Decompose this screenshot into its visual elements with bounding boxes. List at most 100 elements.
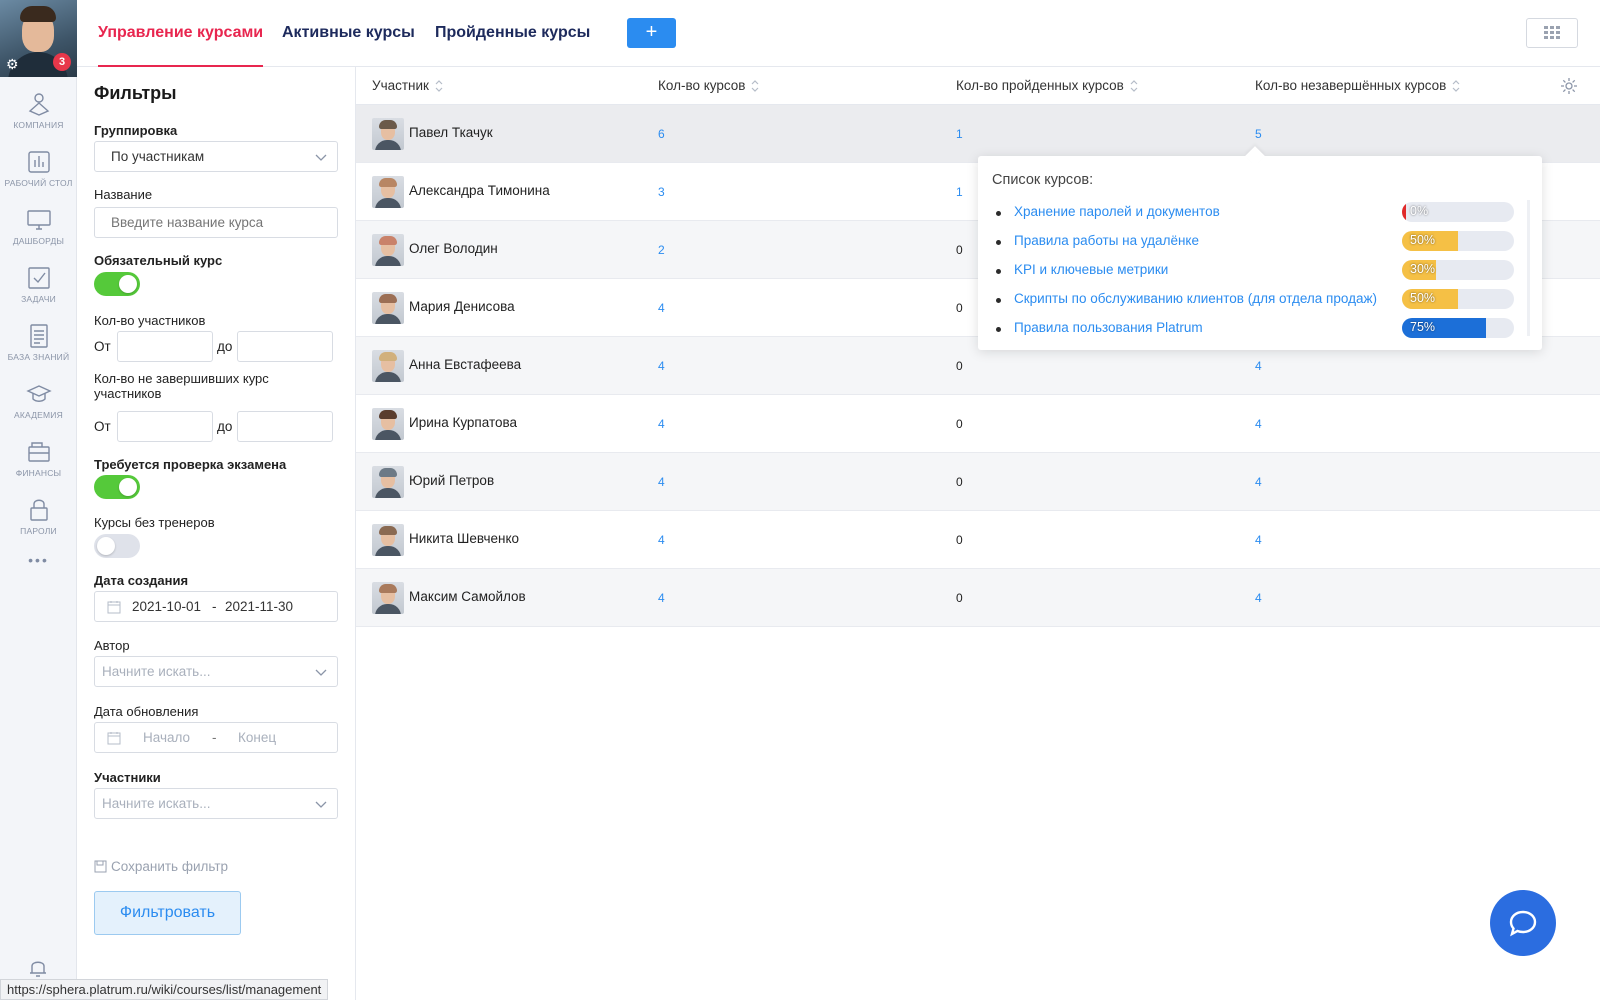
date-separator: - — [212, 599, 217, 614]
course-link[interactable]: Хранение паролей и документов — [1014, 204, 1220, 219]
participants-to-input[interactable] — [237, 331, 333, 362]
filter-button[interactable]: Фильтровать — [94, 891, 241, 935]
courses-count[interactable]: 4 — [658, 475, 665, 489]
column-header-passed[interactable]: Кол-во пройденных курсов — [956, 78, 1138, 93]
participant-name[interactable]: Олег Володин — [409, 241, 498, 256]
participant-name[interactable]: Александра Тимонина — [409, 183, 550, 198]
courses-count[interactable]: 4 — [658, 417, 665, 431]
nav-more-icon[interactable]: ••• — [0, 545, 77, 575]
unfinished-count[interactable]: 4 — [1255, 475, 1262, 489]
courses-count[interactable]: 4 — [658, 591, 665, 605]
bullet-dot — [996, 240, 1001, 245]
courses-count[interactable]: 4 — [658, 301, 665, 315]
course-link[interactable]: Скрипты по обслуживанию клиентов (для от… — [1014, 291, 1377, 306]
courses-count[interactable]: 4 — [658, 359, 665, 373]
unfinished-count[interactable]: 4 — [1255, 533, 1262, 547]
mandatory-toggle[interactable] — [94, 272, 140, 296]
updated-date-range[interactable]: Начало - Конец — [94, 722, 338, 753]
no-trainers-toggle[interactable] — [94, 534, 140, 558]
filters-panel: Фильтры Группировка По участникам Назван… — [77, 67, 356, 1000]
participant-name[interactable]: Ирина Курпатова — [409, 415, 517, 430]
sort-icon — [752, 80, 759, 93]
popover-scrollbar[interactable] — [1527, 200, 1530, 336]
participants-select[interactable]: Начните искать... — [94, 788, 338, 819]
progress-label: 75% — [1410, 320, 1436, 334]
passed-count: 0 — [956, 533, 963, 547]
course-link[interactable]: Правила работы на удалёнке — [1014, 233, 1199, 248]
courses-count[interactable]: 2 — [658, 243, 665, 257]
course-link[interactable]: Правила пользования Platrum — [1014, 320, 1203, 335]
unfinished-count[interactable]: 4 — [1255, 359, 1262, 373]
courses-count[interactable]: 6 — [658, 127, 665, 141]
author-label: Автор — [94, 638, 130, 653]
unfinished-from-input[interactable] — [117, 411, 213, 442]
table-row[interactable]: Павел Ткачук 6 1 5 — [356, 105, 1600, 163]
photo-hair-shape — [379, 526, 397, 535]
add-course-button[interactable]: + — [627, 18, 676, 48]
table-row[interactable]: Ирина Курпатова 4 0 4 — [356, 395, 1600, 453]
unfinished-to-input[interactable] — [237, 411, 333, 442]
chevron-down-icon — [315, 801, 327, 808]
table-row[interactable]: Никита Шевченко 4 0 4 — [356, 511, 1600, 569]
notification-badge[interactable]: 3 — [53, 53, 71, 71]
nav-item-desktop[interactable]: РАБОЧИЙ СТОЛ — [0, 139, 77, 197]
grouping-select[interactable]: По участникам — [94, 141, 338, 172]
nav-item-finance[interactable]: ФИНАНСЫ — [0, 429, 77, 487]
passed-count[interactable]: 1 — [956, 127, 963, 141]
photo-hair-shape — [379, 120, 397, 129]
participant-name[interactable]: Юрий Петров — [409, 473, 494, 488]
name-label: Название — [94, 187, 153, 202]
bullet-dot — [996, 269, 1001, 274]
unfinished-count[interactable]: 4 — [1255, 591, 1262, 605]
column-settings-gear-icon[interactable] — [1560, 77, 1578, 95]
user-avatar[interactable]: ⚙ 3 — [0, 0, 77, 77]
photo-hair-shape — [379, 584, 397, 593]
course-progress-bar: 75% — [1402, 318, 1514, 338]
table-row[interactable]: Юрий Петров 4 0 4 — [356, 453, 1600, 511]
nav-item-company[interactable]: КОМПАНИЯ — [0, 81, 77, 139]
column-header-courses[interactable]: Кол-во курсов — [658, 78, 759, 93]
save-filter-link[interactable]: Сохранить фильтр — [94, 859, 228, 874]
participant-name[interactable]: Максим Самойлов — [409, 589, 526, 604]
course-link[interactable]: KPI и ключевые метрики — [1014, 262, 1168, 277]
participant-name[interactable]: Павел Ткачук — [409, 125, 493, 140]
participant-name[interactable]: Анна Евстафеева — [409, 357, 521, 372]
nav-item-tasks[interactable]: ЗАДАЧИ — [0, 255, 77, 313]
nav-item-knowledge-base[interactable]: БАЗА ЗНАНИЙ — [0, 313, 77, 371]
courses-count[interactable]: 4 — [658, 533, 665, 547]
nav-item-academy[interactable]: АКАДЕМИЯ — [0, 371, 77, 429]
exam-toggle[interactable] — [94, 475, 140, 499]
nav-item-passwords[interactable]: ПАРОЛИ — [0, 487, 77, 545]
chevron-down-icon — [315, 154, 327, 161]
column-title: Кол-во пройденных курсов — [956, 78, 1124, 93]
author-select[interactable]: Начните искать... — [94, 656, 338, 687]
participant-name[interactable]: Мария Денисова — [409, 299, 515, 314]
course-name-input[interactable] — [94, 207, 338, 238]
tab-course-management[interactable]: Управление курсами — [98, 0, 264, 67]
column-header-unfinished[interactable]: Кол-во незавершённых курсов — [1255, 78, 1460, 93]
courses-count[interactable]: 3 — [658, 185, 665, 199]
passed-count: 0 — [956, 475, 963, 489]
settings-gear-icon[interactable]: ⚙ — [6, 57, 19, 71]
created-date-range[interactable]: 2021-10-01 - 2021-11-30 — [94, 591, 338, 622]
unfinished-count[interactable]: 5 — [1255, 127, 1262, 141]
course-list-popover: Список курсов: Хранение паролей и докуме… — [978, 156, 1542, 350]
participant-name[interactable]: Никита Шевченко — [409, 531, 519, 546]
column-header-participant[interactable]: Участник — [372, 78, 443, 93]
tab-completed-courses[interactable]: Пройденные курсы — [435, 0, 590, 67]
tab-active-courses[interactable]: Активные курсы — [282, 0, 415, 67]
left-nav-rail: ⚙ 3 КОМПАНИЯ РАБОЧИЙ СТОЛ ДАШБОРДЫ ЗАДАЧ… — [0, 0, 77, 1000]
passed-count[interactable]: 1 — [956, 185, 963, 199]
wallet-icon — [27, 441, 50, 462]
apps-grid-button[interactable] — [1526, 18, 1578, 48]
photo-body-shape — [375, 198, 401, 208]
bell-icon[interactable] — [26, 956, 50, 980]
nav-item-dashboards[interactable]: ДАШБОРДЫ — [0, 197, 77, 255]
support-chat-button[interactable] — [1490, 890, 1556, 956]
participant-photo — [372, 466, 404, 498]
table-row[interactable]: Максим Самойлов 4 0 4 — [356, 569, 1600, 627]
unfinished-count[interactable]: 4 — [1255, 417, 1262, 431]
participants-from-input[interactable] — [117, 331, 213, 362]
photo-hair-shape — [379, 468, 397, 477]
nav-label: ДАШБОРДЫ — [12, 235, 65, 246]
